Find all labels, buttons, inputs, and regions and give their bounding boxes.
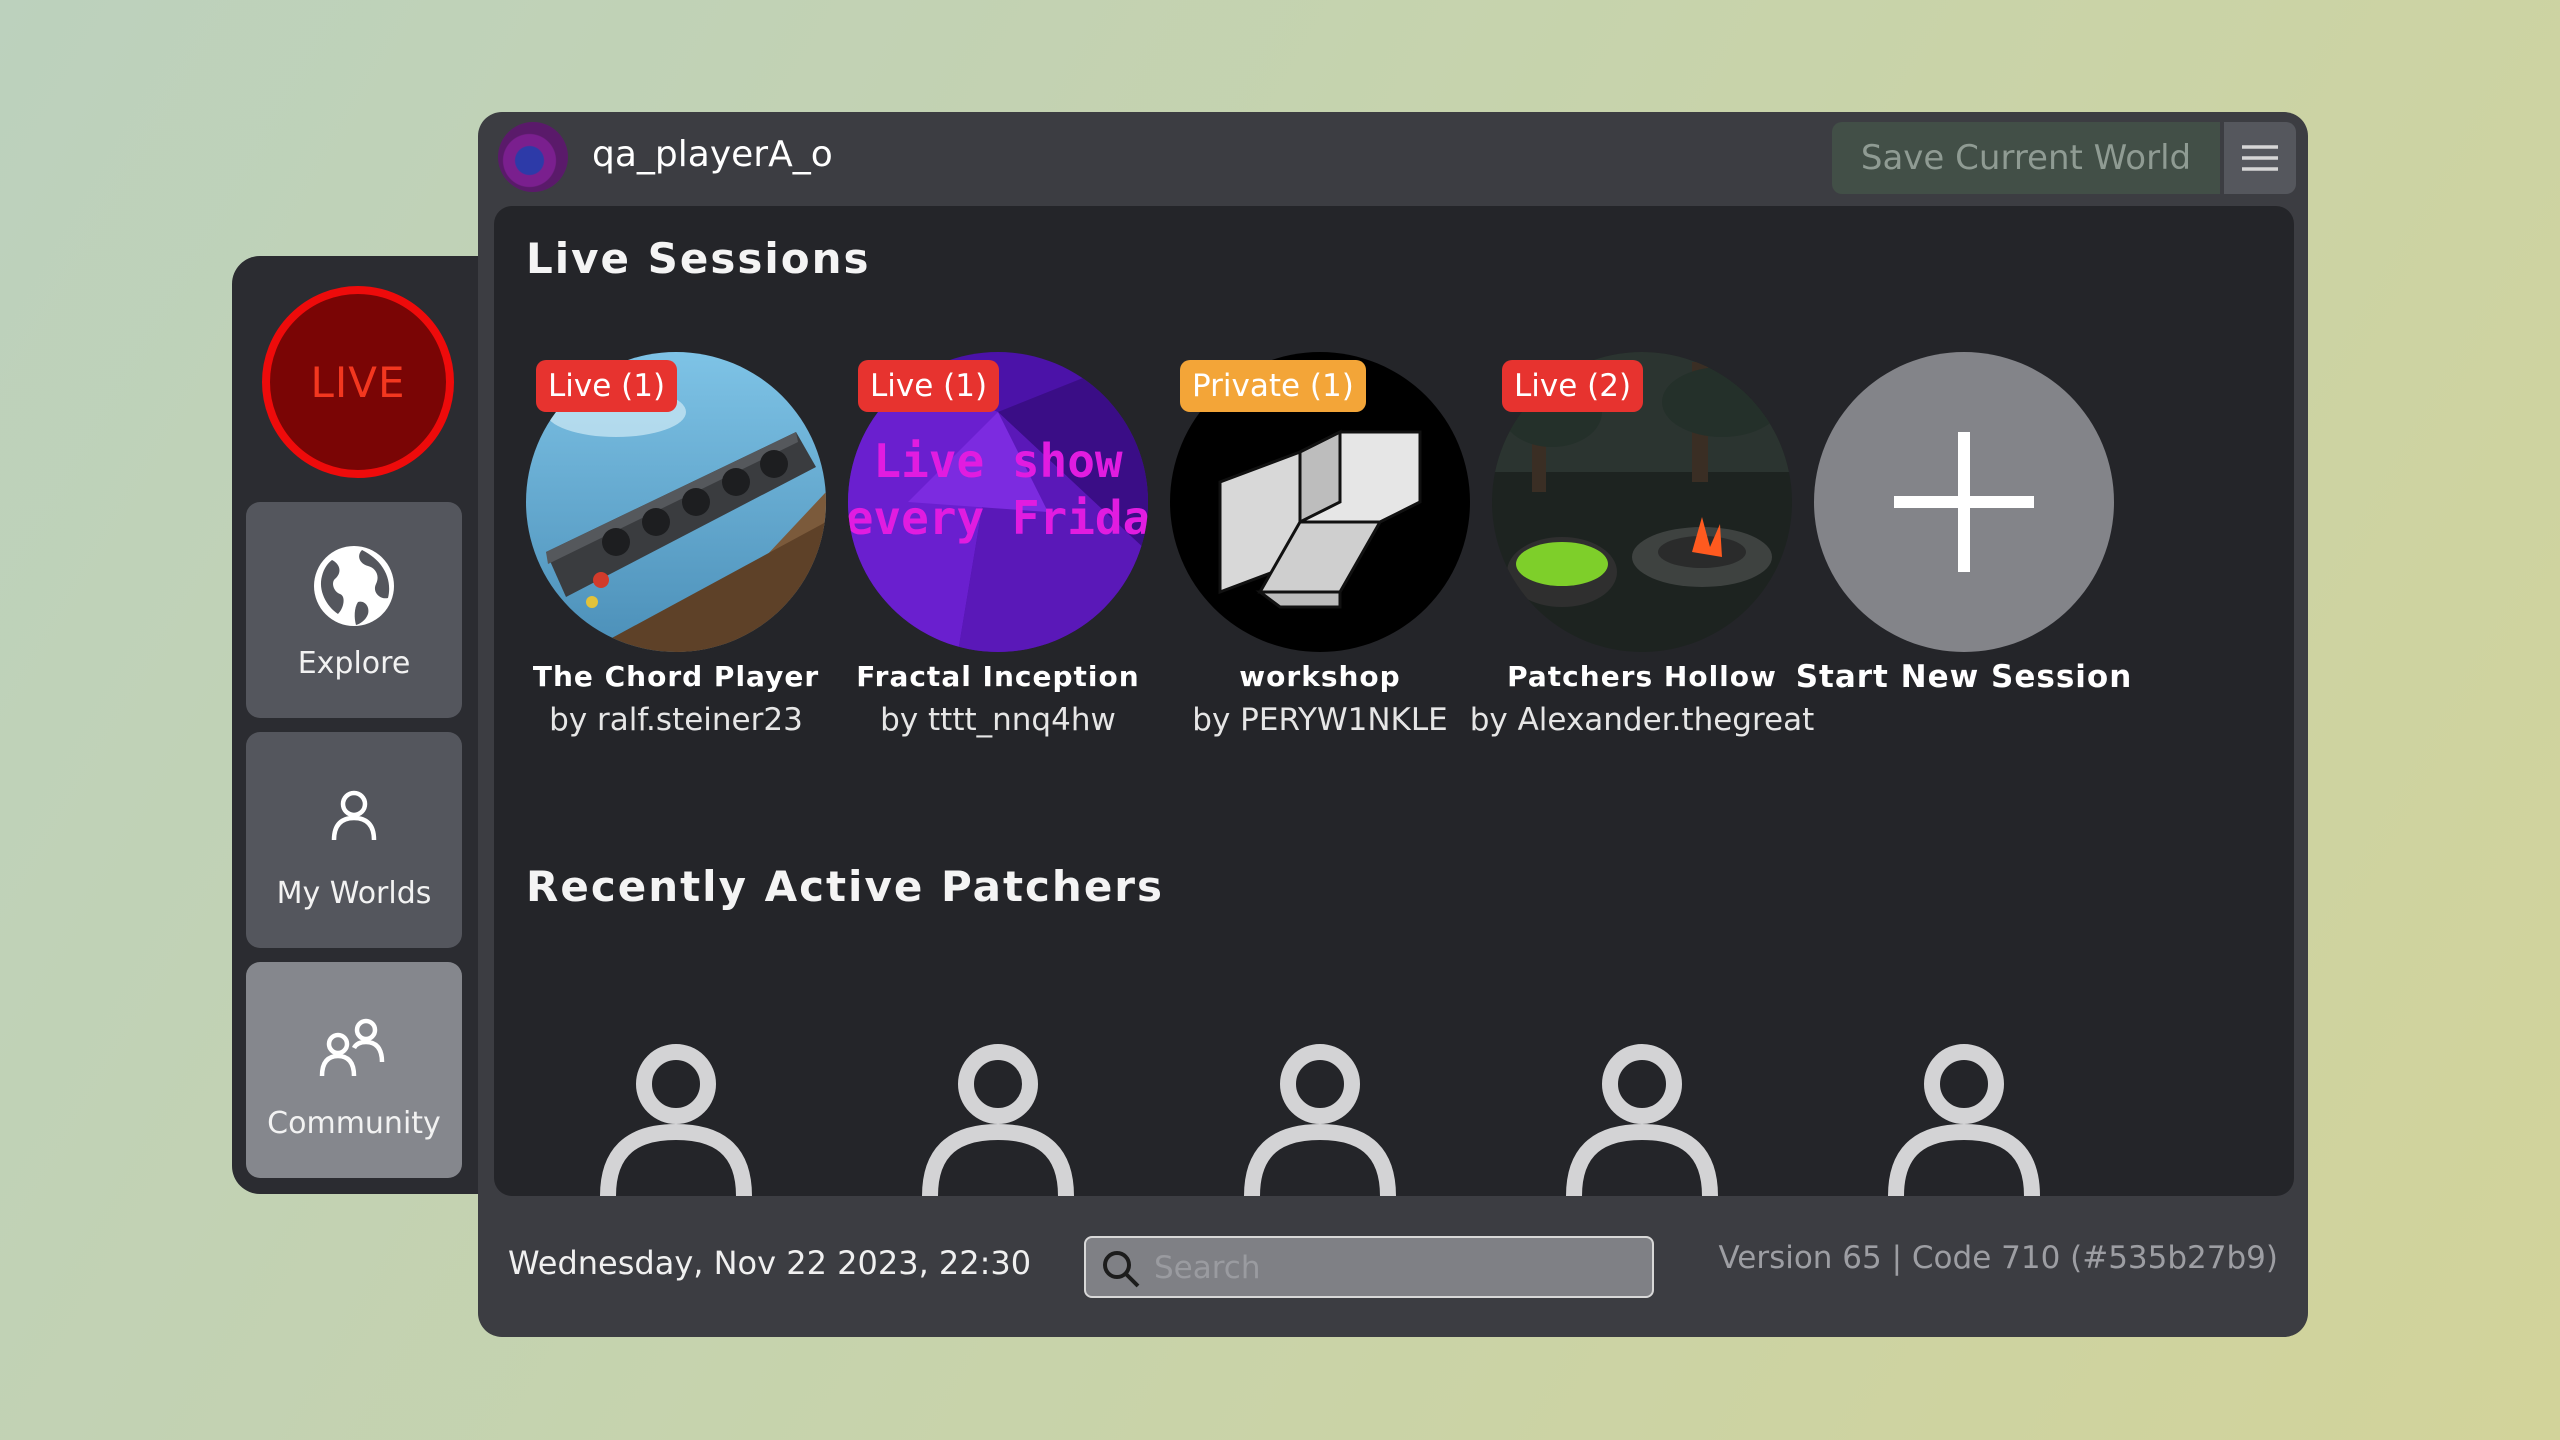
patcher-avatar[interactable] xyxy=(1562,1036,1722,1196)
start-new-session-label: Start New Session xyxy=(1795,659,2133,695)
user-icon xyxy=(1244,1044,1396,1196)
live-button[interactable]: LIVE xyxy=(262,286,454,478)
user-icon xyxy=(600,1044,752,1196)
user-icon xyxy=(308,770,400,862)
user-icon xyxy=(1566,1044,1718,1196)
username: qa_playerA_o xyxy=(592,134,833,175)
plus-icon xyxy=(1894,432,2034,572)
recent-patchers-title: Recently Active Patchers xyxy=(526,862,1165,911)
session-author: by Alexander.thegreat xyxy=(1469,702,1815,738)
version-info: Version 65 | Code 710 (#535b27b9) xyxy=(1718,1240,2278,1276)
start-new-session-button[interactable] xyxy=(1814,352,2114,652)
users-icon xyxy=(308,1000,400,1092)
menu-button[interactable] xyxy=(2224,122,2296,194)
live-sessions-title: Live Sessions xyxy=(526,234,871,283)
search-box[interactable] xyxy=(1084,1236,1654,1298)
session-title: workshop xyxy=(1239,660,1401,693)
session-title: Fractal Inception xyxy=(856,660,1140,693)
sidebar-item-my-worlds[interactable]: My Worlds xyxy=(246,732,462,948)
globe-icon xyxy=(308,540,400,632)
patcher-avatar[interactable] xyxy=(1240,1036,1400,1196)
private-badge: Private (1) xyxy=(1180,360,1366,412)
patcher-avatar[interactable] xyxy=(1884,1036,2044,1196)
search-icon xyxy=(1103,1251,1140,1288)
header-bar: qa_playerA_o Save Current World xyxy=(478,112,2308,206)
content-panel: Live Sessions Live (1) The Chord Player … xyxy=(494,206,2294,1196)
thumbnail-text: every Frida xyxy=(848,491,1148,545)
thumbnail-text: Live show xyxy=(873,434,1123,488)
hamburger-menu-icon xyxy=(2242,145,2278,171)
session-title: Patchers Hollow xyxy=(1507,660,1777,693)
sidebar-item-label: Community xyxy=(267,1105,441,1141)
patcher-avatar[interactable] xyxy=(596,1036,756,1196)
user-icon xyxy=(922,1044,1074,1196)
live-badge: Live (2) xyxy=(1502,360,1644,412)
footer-datetime: Wednesday, Nov 22 2023, 22:30 xyxy=(508,1244,1032,1282)
sidebar-item-label: My Worlds xyxy=(276,875,432,911)
sidebar-item-label: Explore xyxy=(297,645,411,681)
live-badge: Live (1) xyxy=(858,360,1000,412)
save-current-world-button[interactable]: Save Current World xyxy=(1832,122,2220,194)
session-title: The Chord Player xyxy=(532,660,820,693)
main-window: qa_playerA_o Save Current World Live Ses… xyxy=(478,112,2308,1337)
avatar[interactable] xyxy=(498,122,568,192)
sidebar-item-explore[interactable]: Explore xyxy=(246,502,462,718)
sidebar: LIVE Explore My Worlds Community xyxy=(232,256,502,1194)
live-badge: Live (1) xyxy=(536,360,678,412)
patcher-avatar[interactable] xyxy=(918,1036,1078,1196)
search-input[interactable] xyxy=(1152,1246,1636,1290)
sidebar-item-community[interactable]: Community xyxy=(246,962,462,1178)
user-icon xyxy=(1888,1044,2040,1196)
